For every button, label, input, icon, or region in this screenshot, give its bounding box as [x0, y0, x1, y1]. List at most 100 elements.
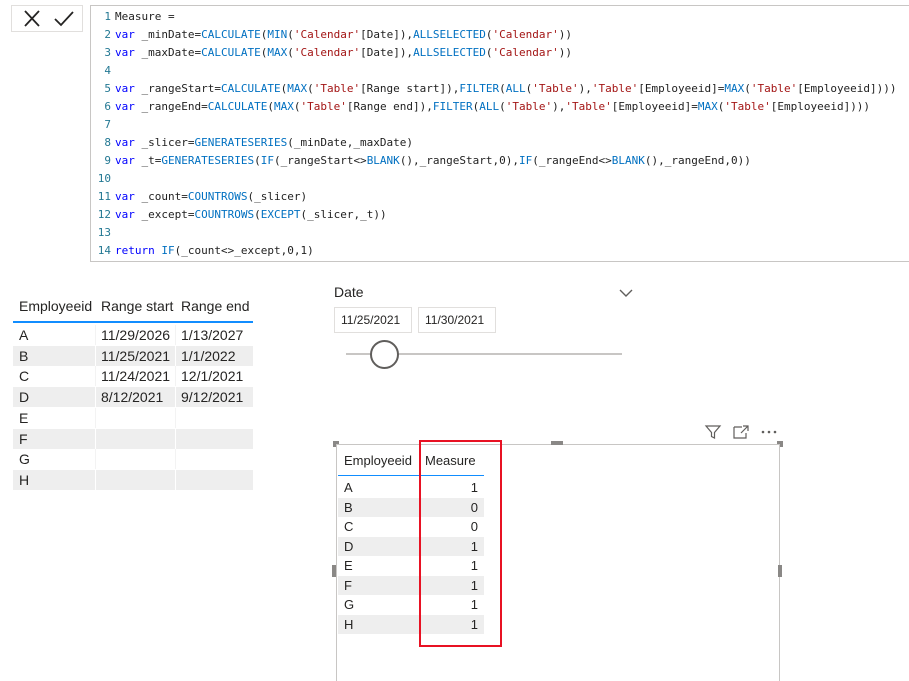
table-cell: A: [19, 327, 29, 343]
code-text: var _minDate=CALCULATE(MIN('Calendar'[Da…: [115, 28, 573, 41]
employeeid-cell: F: [344, 577, 352, 593]
table-row[interactable]: H: [13, 469, 253, 490]
slicer-start-date-input[interactable]: 11/25/2021: [334, 307, 412, 333]
slicer-end-date-input[interactable]: 11/30/2021: [418, 307, 496, 333]
line-number: 13: [97, 226, 111, 239]
column-separator: [95, 325, 96, 345]
line-number: 2: [104, 28, 111, 41]
code-text: var _except=COUNTROWS(EXCEPT(_slicer,_t)…: [115, 208, 387, 221]
resize-handle-right[interactable]: [778, 565, 782, 577]
line-number: 12: [97, 208, 111, 221]
line-number: 3: [104, 46, 111, 59]
table-cell: E: [19, 409, 29, 426]
dax-formula-editor[interactable]: 1 Measure = 2 var _minDate=CALCULATE(MIN('C…: [90, 5, 909, 262]
table-row[interactable]: E: [13, 407, 253, 428]
column-separator: [175, 366, 176, 387]
column-header-employeeid[interactable]: Employeeid: [19, 298, 92, 314]
table-cell: 11/29/2026: [101, 327, 171, 343]
resize-handle-top[interactable]: [551, 441, 563, 445]
column-separator: [175, 407, 176, 428]
table-cell: 9/12/2021: [181, 389, 244, 406]
column-separator: [175, 428, 176, 449]
code-line[interactable]: 10: [91, 170, 115, 188]
table-row[interactable]: B 11/25/2021 1/1/2022: [13, 345, 253, 366]
more-options-icon[interactable]: [760, 424, 778, 440]
line-number: 14: [97, 244, 111, 257]
column-separator: [175, 345, 176, 366]
focus-mode-icon[interactable]: [732, 424, 750, 440]
code-line[interactable]: 13: [91, 224, 115, 242]
code-line[interactable]: 3 var _maxDate=CALCULATE(MAX('Calendar'[D…: [91, 44, 572, 62]
code-line[interactable]: 7: [91, 116, 115, 134]
line-number: 4: [104, 64, 111, 77]
code-line[interactable]: 2 var _minDate=CALCULATE(MIN('Calendar'[D…: [91, 26, 572, 44]
code-line[interactable]: 8 var _slicer=GENERATESERIES(_minDate,_ma…: [91, 134, 413, 152]
table-cell: F: [19, 430, 28, 447]
column-separator: [175, 387, 176, 408]
line-number: 5: [104, 82, 111, 95]
column-separator: [175, 449, 176, 470]
column-header-range-start[interactable]: Range start: [101, 298, 173, 314]
table-cell: H: [19, 471, 30, 488]
code-line[interactable]: 14 return IF(_count<>_except,0,1): [91, 242, 314, 260]
code-line[interactable]: 6 var _rangeEnd=CALCULATE(MAX('Table'[Ran…: [91, 98, 870, 116]
line-number: 6: [104, 100, 111, 113]
code-text: var _count=COUNTROWS(_slicer): [115, 190, 308, 203]
code-text: var _maxDate=CALCULATE(MAX('Calendar'[Da…: [115, 46, 573, 59]
table-row[interactable]: C 11/24/2021 12/1/2021: [13, 366, 253, 387]
column-separator: [175, 469, 176, 490]
table-cell: 8/12/2021: [101, 389, 164, 406]
employeeid-cell: D: [344, 538, 354, 554]
resize-handle-left[interactable]: [332, 565, 336, 577]
line-number: 10: [97, 172, 111, 185]
employeeid-cell: C: [344, 519, 354, 534]
measure-column-highlight: [419, 440, 502, 647]
column-separator: [175, 325, 176, 345]
table-row[interactable]: G: [13, 449, 253, 470]
column-separator: [95, 366, 96, 387]
employeeid-cell: B: [344, 499, 353, 515]
column-header-employeeid[interactable]: Employeeid: [344, 453, 412, 468]
line-number: 7: [104, 118, 111, 131]
code-line[interactable]: 4: [91, 62, 115, 80]
column-header-range-end[interactable]: Range end: [181, 298, 250, 314]
line-number: 11: [97, 190, 111, 203]
code-line[interactable]: 12 var _except=COUNTROWS(EXCEPT(_slicer,_…: [91, 206, 387, 224]
table-cell: C: [19, 368, 30, 385]
table-cell: G: [19, 451, 30, 468]
resize-handle-top-left[interactable]: [333, 441, 339, 447]
code-line[interactable]: 1 Measure =: [91, 8, 174, 26]
employeeid-cell: H: [344, 616, 354, 632]
line-number: 8: [104, 136, 111, 149]
checkmark-icon[interactable]: [53, 9, 75, 29]
close-icon[interactable]: [21, 9, 43, 29]
code-text: var _t=GENERATESERIES(IF(_rangeStart<>BL…: [115, 154, 751, 167]
formula-bar-buttons: [11, 5, 83, 32]
code-line[interactable]: 5 var _rangeStart=CALCULATE(MAX('Table'[R…: [91, 80, 896, 98]
source-table-header: Employeeid Range start Range end: [13, 292, 253, 323]
table-cell: B: [19, 347, 29, 364]
employeeid-cell: G: [344, 597, 355, 612]
code-line[interactable]: 11 var _count=COUNTROWS(_slicer): [91, 188, 307, 206]
resize-handle-top-right[interactable]: [777, 441, 783, 447]
column-separator: [95, 449, 96, 470]
table-row[interactable]: D 8/12/2021 9/12/2021: [13, 387, 253, 408]
table-cell: 11/24/2021: [101, 368, 171, 385]
column-separator: [95, 428, 96, 449]
line-number: 1: [104, 10, 111, 23]
employeeid-cell: A: [344, 480, 353, 495]
employeeid-cell: E: [344, 558, 353, 573]
table-cell: 1/13/2027: [181, 327, 244, 343]
slicer-slider-handle[interactable]: [370, 340, 399, 369]
filter-icon[interactable]: [704, 424, 722, 440]
column-separator: [95, 469, 96, 490]
table-cell: D: [19, 389, 30, 406]
chevron-down-icon[interactable]: [618, 286, 634, 300]
code-text: var _rangeEnd=CALCULATE(MAX('Table'[Rang…: [115, 100, 871, 113]
table-row[interactable]: A 11/29/2026 1/13/2027: [13, 325, 253, 345]
line-number: 9: [104, 154, 111, 167]
table-cell: 12/1/2021: [181, 368, 244, 385]
column-separator: [95, 387, 96, 408]
code-line[interactable]: 9 var _t=GENERATESERIES(IF(_rangeStart<>B…: [91, 152, 751, 170]
table-row[interactable]: F: [13, 428, 253, 449]
